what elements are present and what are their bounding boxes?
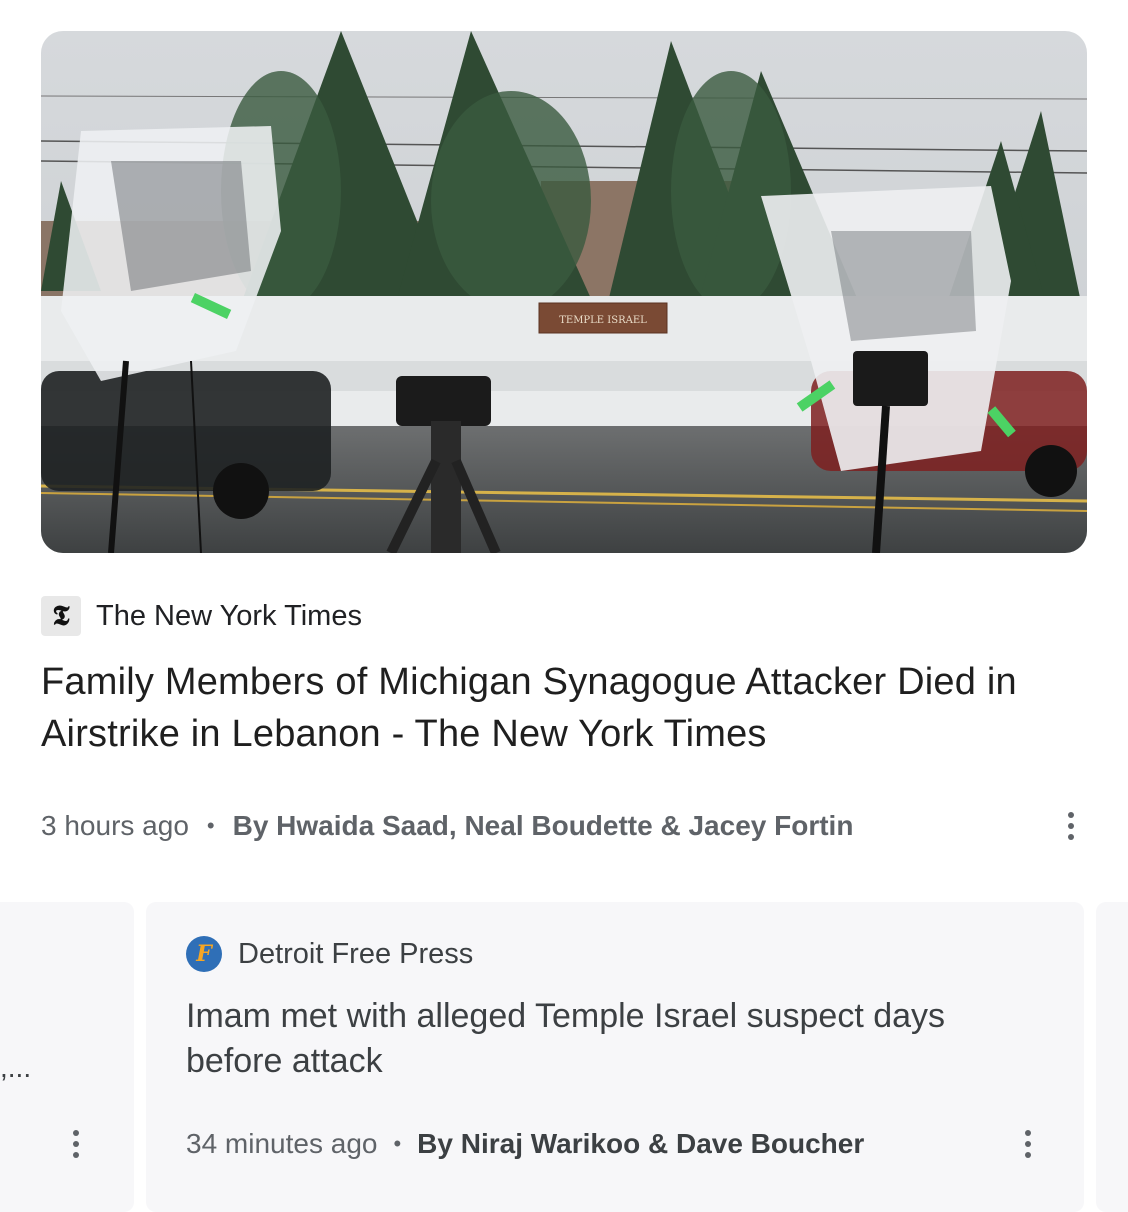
carousel-card-previous[interactable]: ,... — [0, 902, 134, 1212]
meta-separator: • — [206, 813, 215, 838]
story-headline[interactable]: Family Members of Michigan Synagogue Att… — [41, 656, 1041, 760]
meta-separator: • — [393, 1131, 402, 1156]
card-publisher-name: Detroit Free Press — [238, 937, 474, 970]
card-headline[interactable]: Imam met with alleged Temple Israel susp… — [186, 994, 1046, 1084]
card-publisher-row: F Detroit Free Press — [186, 934, 473, 974]
more-vert-icon[interactable] — [61, 1124, 91, 1164]
card-byline: By Niraj Warikoo & Dave Boucher — [417, 1128, 865, 1159]
story-byline: By Hwaida Saad, Neal Boudette & Jacey Fo… — [232, 810, 854, 841]
publisher-name: The New York Times — [96, 599, 362, 632]
carousel-card-detroit-free-press[interactable]: F Detroit Free Press Imam met with alleg… — [146, 902, 1084, 1212]
publisher-row[interactable]: 𝕿 The New York Times — [41, 596, 362, 636]
story-time: 3 hours ago — [41, 810, 189, 841]
carousel-card-next[interactable] — [1096, 902, 1128, 1212]
more-vert-icon[interactable] — [1056, 806, 1086, 846]
card-meta: 34 minutes ago • By Niraj Warikoo & Dave… — [186, 1124, 864, 1164]
nyt-logo-icon: 𝕿 — [41, 596, 81, 636]
story-image[interactable]: TEMPLE ISRAEL — [41, 31, 1087, 553]
temple-sign-text: TEMPLE ISRAEL — [559, 315, 647, 326]
card-time: 34 minutes ago — [186, 1128, 378, 1159]
detroit-free-press-logo-icon: F — [186, 936, 222, 972]
truncated-text: ,... — [0, 1052, 32, 1083]
story-photo: TEMPLE ISRAEL — [41, 31, 1087, 553]
more-vert-icon[interactable] — [1013, 1124, 1043, 1164]
story-meta: 3 hours ago • By Hwaida Saad, Neal Boude… — [41, 806, 1098, 846]
